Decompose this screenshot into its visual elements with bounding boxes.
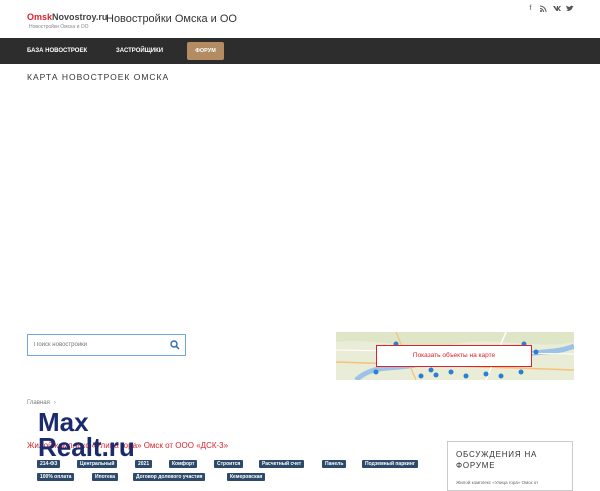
widget-title: ОБСУЖДЕНИЯ НА ФОРУМЕ <box>456 450 538 470</box>
tag[interactable]: 2021 <box>135 460 153 468</box>
rss-icon[interactable] <box>539 5 547 13</box>
logo-tagline: Новостройки Омска и ОО <box>29 24 89 30</box>
site-title: Новостройки Омска и ОО <box>106 13 237 25</box>
map-section-title: КАРТА НОВОСТРОЕК ОМСКА <box>27 72 170 82</box>
nav-item-developers[interactable]: ЗАСТРОЙЩИКИ <box>116 38 163 64</box>
main-navbar: БАЗА НОВОСТРОЕК ЗАСТРОЙЩИКИ ФОРУМ <box>0 38 600 64</box>
forum-discussions-widget: ОБСУЖДЕНИЯ НА ФОРУМЕ Жилой комплекс «Ули… <box>447 441 573 491</box>
social-links: f <box>527 5 574 13</box>
tag[interactable]: Подземный паркинг <box>362 460 418 468</box>
vk-icon[interactable] <box>553 5 561 13</box>
tag[interactable]: Комфорт <box>169 460 198 468</box>
nav-item-base[interactable]: БАЗА НОВОСТРОЕК <box>27 38 87 64</box>
watermark-line-2: Realt.ru <box>38 432 135 462</box>
search-box <box>27 334 186 356</box>
site-header: OmskNovostroy.ru Новостройки Омска и ОО … <box>0 0 600 38</box>
logo-part-1: Omsk <box>27 12 53 22</box>
site-logo[interactable]: OmskNovostroy.ru <box>27 12 107 22</box>
tag[interactable]: Кемеровская <box>227 473 266 481</box>
facebook-icon[interactable]: f <box>527 5 534 13</box>
tag[interactable]: Строится <box>214 460 244 468</box>
logo-part-2: Novostroy.ru <box>52 12 108 22</box>
tag[interactable]: Договор долевого участия <box>133 473 206 481</box>
tag[interactable]: Панель <box>322 460 347 468</box>
search-icon[interactable] <box>170 340 180 350</box>
breadcrumb: Главная › <box>27 400 56 406</box>
chevron-right-icon: › <box>53 400 56 406</box>
tag[interactable]: Расчетный счет <box>259 460 305 468</box>
widget-item[interactable]: Жилой комплекс «Улица гора» Омск от <box>456 480 538 485</box>
watermark-logo: Max Realt.ru <box>38 409 135 462</box>
twitter-icon[interactable] <box>566 5 574 13</box>
nav-item-forum[interactable]: ФОРУМ <box>187 42 224 60</box>
tag[interactable]: Ипотека <box>92 473 119 481</box>
tag[interactable]: 100% оплата <box>37 473 75 481</box>
search-input[interactable] <box>34 339 164 351</box>
breadcrumb-home[interactable]: Главная <box>27 400 50 406</box>
show-on-map-button[interactable]: Показать объекты на карте <box>376 345 532 367</box>
